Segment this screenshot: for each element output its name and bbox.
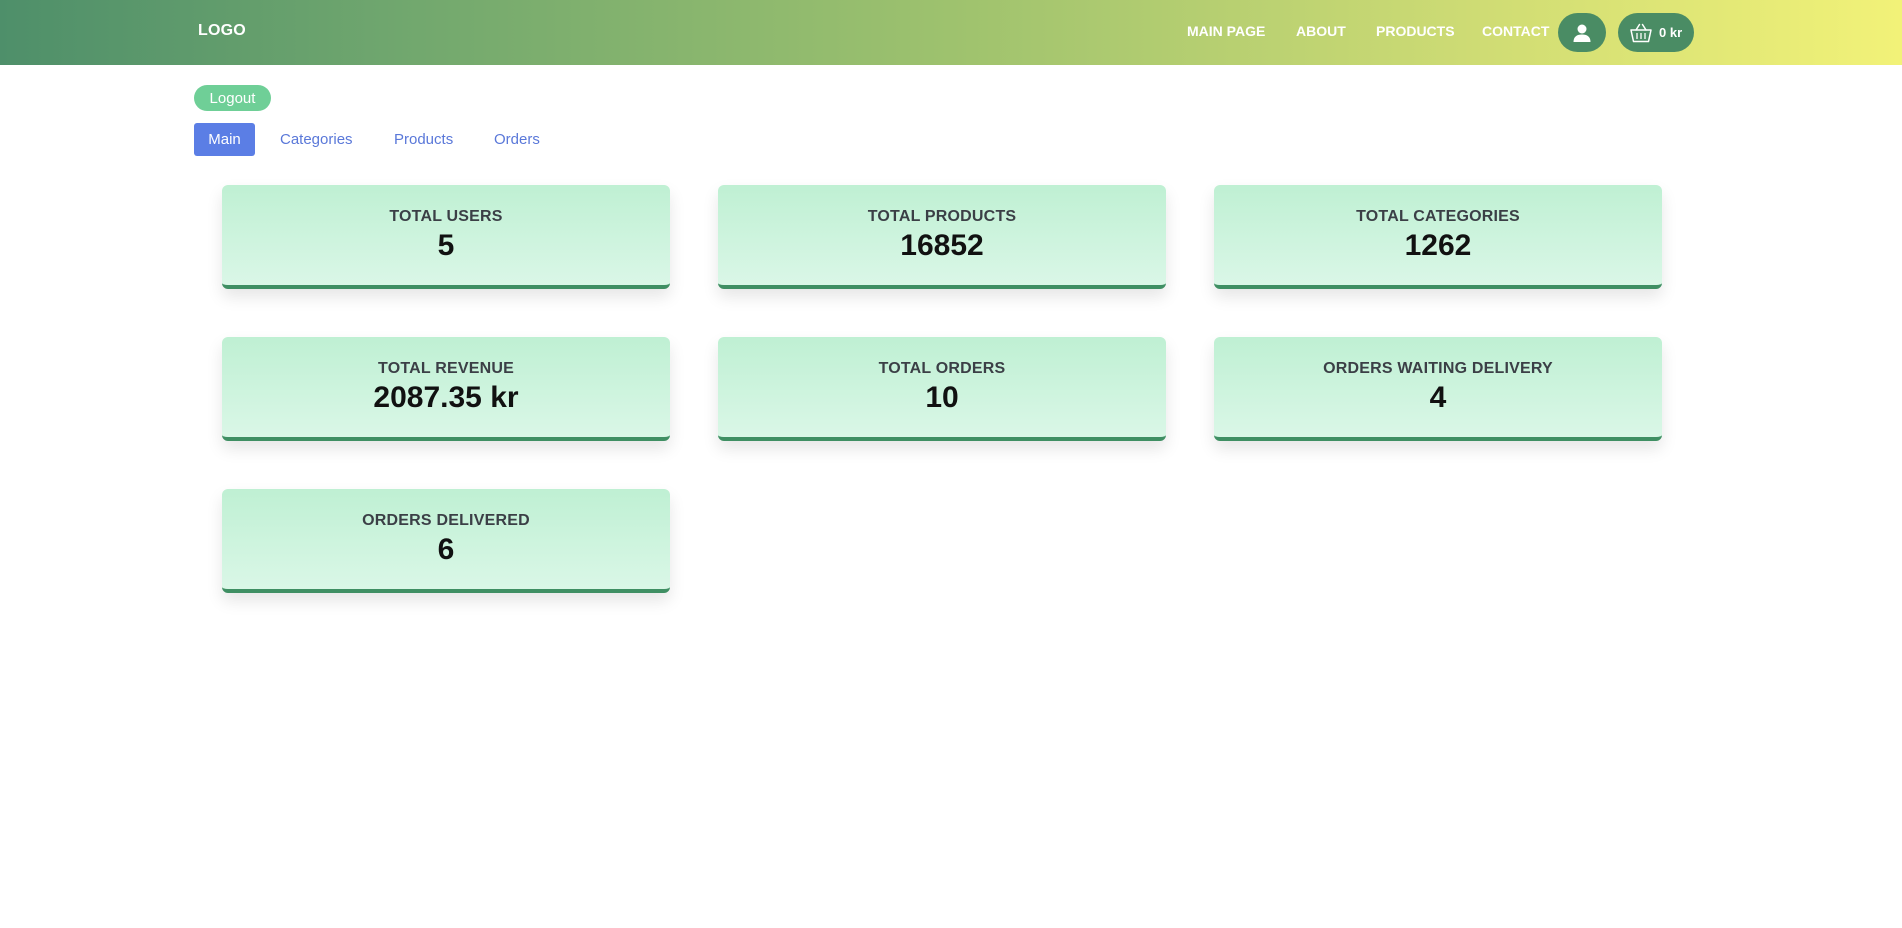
tab-orders[interactable]: Orders [494, 123, 540, 156]
stat-value: 2087.35 kr [373, 381, 519, 414]
user-account-button[interactable] [1558, 13, 1606, 52]
stat-label: ORDERS WAITING DELIVERY [1323, 360, 1553, 377]
stat-value: 16852 [900, 229, 984, 262]
stat-value: 5 [437, 229, 455, 262]
stat-card-total-products: TOTAL PRODUCTS 16852 [718, 185, 1166, 289]
stat-label: TOTAL ORDERS [878, 360, 1006, 377]
stat-card-total-users: TOTAL USERS 5 [222, 185, 670, 289]
stat-card-total-revenue: TOTAL REVENUE 2087.35 kr [222, 337, 670, 441]
logout-button[interactable]: Logout [194, 85, 271, 111]
stat-value: 1262 [1404, 229, 1472, 262]
stat-label: TOTAL CATEGORIES [1356, 208, 1520, 225]
user-icon [1573, 24, 1591, 42]
stat-value: 6 [437, 533, 455, 566]
stat-label: TOTAL REVENUE [378, 360, 514, 377]
cart-total: 0 kr [1659, 25, 1683, 40]
nav-main-page[interactable]: MAIN PAGE [1187, 23, 1265, 39]
stat-value: 10 [925, 381, 959, 414]
basket-icon [1630, 23, 1652, 42]
nav-about[interactable]: ABOUT [1296, 23, 1346, 39]
nav-products[interactable]: PRODUCTS [1376, 23, 1455, 39]
stat-card-total-categories: TOTAL CATEGORIES 1262 [1214, 185, 1662, 289]
stat-label: TOTAL USERS [389, 208, 503, 225]
tab-products[interactable]: Products [394, 123, 453, 156]
stat-card-orders-waiting-delivery: ORDERS WAITING DELIVERY 4 [1214, 337, 1662, 441]
site-logo[interactable]: LOGO [198, 22, 246, 40]
tab-main[interactable]: Main [194, 123, 255, 156]
top-navigation-bar: LOGO MAIN PAGE ABOUT PRODUCTS CONTACT 0 … [0, 0, 1902, 65]
stat-label: TOTAL PRODUCTS [867, 208, 1017, 225]
stat-value: 4 [1429, 381, 1447, 414]
tab-categories[interactable]: Categories [280, 123, 353, 156]
cart-button[interactable]: 0 kr [1618, 13, 1694, 52]
stat-card-orders-delivered: ORDERS DELIVERED 6 [222, 489, 670, 593]
stat-card-total-orders: TOTAL ORDERS 10 [718, 337, 1166, 441]
nav-contact[interactable]: CONTACT [1482, 23, 1549, 39]
stat-label: ORDERS DELIVERED [362, 512, 530, 529]
